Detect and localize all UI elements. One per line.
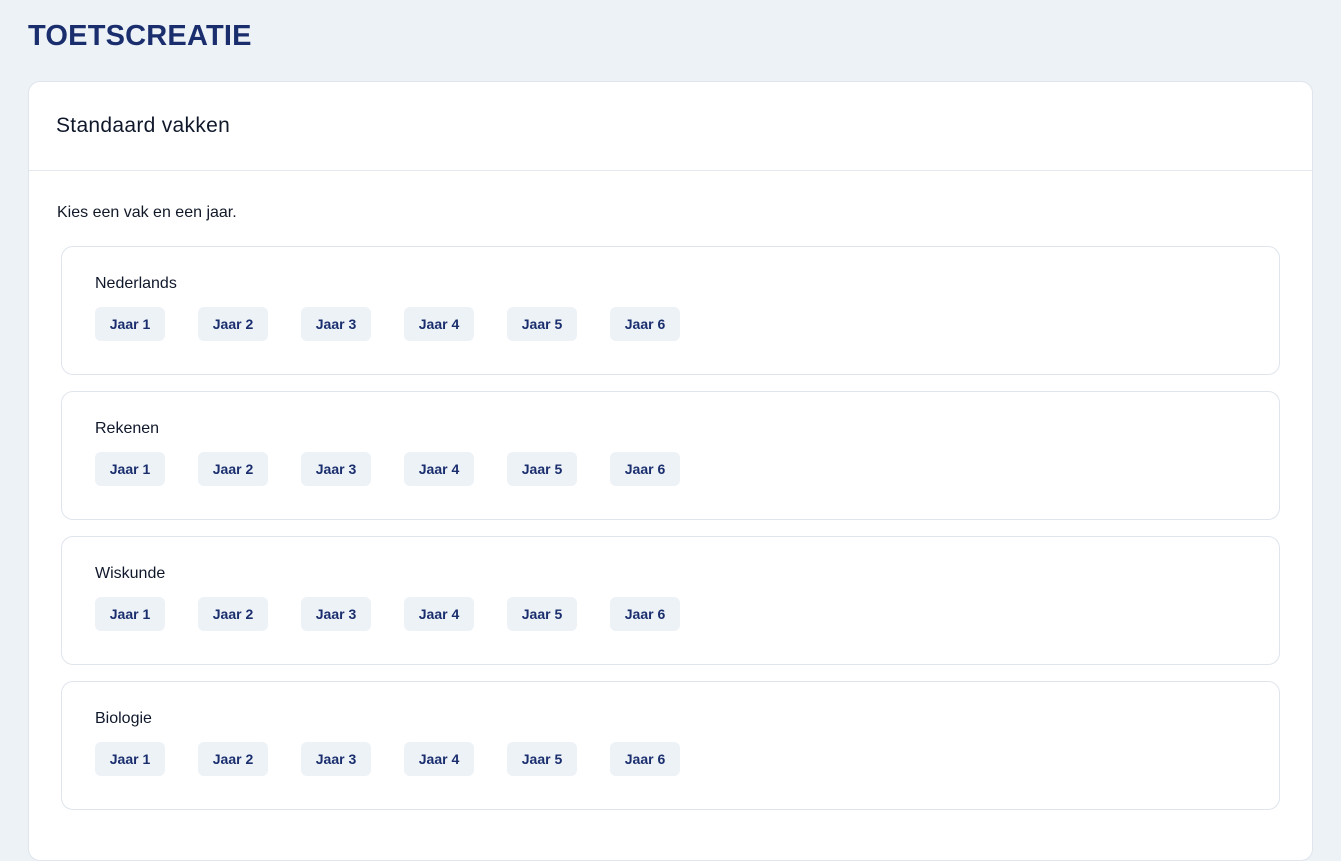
subject-list: Nederlands Jaar 1 Jaar 2 Jaar 3 Jaar 4 J… xyxy=(61,246,1280,810)
year-button-6[interactable]: Jaar 6 xyxy=(610,742,680,776)
card-title: Standaard vakken xyxy=(56,114,231,137)
year-button-2[interactable]: Jaar 2 xyxy=(198,307,268,341)
year-button-5[interactable]: Jaar 5 xyxy=(507,742,577,776)
year-button-5[interactable]: Jaar 5 xyxy=(507,597,577,631)
page-title: TOETSCREATIE xyxy=(28,20,252,52)
year-button-3[interactable]: Jaar 3 xyxy=(301,742,371,776)
year-button-4[interactable]: Jaar 4 xyxy=(404,307,474,341)
subject-name: Nederlands xyxy=(95,275,177,292)
year-button-1[interactable]: Jaar 1 xyxy=(95,742,165,776)
card-body: Kies een vak en een jaar. Nederlands Jaa… xyxy=(29,171,1312,810)
year-button-2[interactable]: Jaar 2 xyxy=(198,452,268,486)
subject-name: Wiskunde xyxy=(95,565,166,582)
year-button-4[interactable]: Jaar 4 xyxy=(404,742,474,776)
standard-subjects-card: Standaard vakken Kies een vak en een jaa… xyxy=(28,81,1313,861)
year-button-2[interactable]: Jaar 2 xyxy=(198,742,268,776)
year-button-6[interactable]: Jaar 6 xyxy=(610,597,680,631)
year-button-row: Jaar 1 Jaar 2 Jaar 3 Jaar 4 Jaar 5 Jaar … xyxy=(95,597,1279,631)
subject-name: Rekenen xyxy=(95,420,160,437)
year-button-6[interactable]: Jaar 6 xyxy=(610,452,680,486)
card-header: Standaard vakken xyxy=(29,82,1312,171)
subject-block-nederlands: Nederlands Jaar 1 Jaar 2 Jaar 3 Jaar 4 J… xyxy=(61,246,1280,375)
year-button-1[interactable]: Jaar 1 xyxy=(95,452,165,486)
year-button-6[interactable]: Jaar 6 xyxy=(610,307,680,341)
subject-block-rekenen: Rekenen Jaar 1 Jaar 2 Jaar 3 Jaar 4 Jaar… xyxy=(61,391,1280,520)
year-button-row: Jaar 1 Jaar 2 Jaar 3 Jaar 4 Jaar 5 Jaar … xyxy=(95,452,1279,486)
year-button-row: Jaar 1 Jaar 2 Jaar 3 Jaar 4 Jaar 5 Jaar … xyxy=(95,307,1279,341)
subject-name: Biologie xyxy=(95,710,152,727)
year-button-row: Jaar 1 Jaar 2 Jaar 3 Jaar 4 Jaar 5 Jaar … xyxy=(95,742,1279,776)
year-button-3[interactable]: Jaar 3 xyxy=(301,452,371,486)
year-button-4[interactable]: Jaar 4 xyxy=(404,452,474,486)
year-button-3[interactable]: Jaar 3 xyxy=(301,307,371,341)
subject-block-wiskunde: Wiskunde Jaar 1 Jaar 2 Jaar 3 Jaar 4 Jaa… xyxy=(61,536,1280,665)
year-button-1[interactable]: Jaar 1 xyxy=(95,597,165,631)
year-button-2[interactable]: Jaar 2 xyxy=(198,597,268,631)
year-button-5[interactable]: Jaar 5 xyxy=(507,452,577,486)
year-button-3[interactable]: Jaar 3 xyxy=(301,597,371,631)
year-button-5[interactable]: Jaar 5 xyxy=(507,307,577,341)
year-button-1[interactable]: Jaar 1 xyxy=(95,307,165,341)
subject-block-biologie: Biologie Jaar 1 Jaar 2 Jaar 3 Jaar 4 Jaa… xyxy=(61,681,1280,810)
year-button-4[interactable]: Jaar 4 xyxy=(404,597,474,631)
instruction-text: Kies een vak en een jaar. xyxy=(57,204,237,221)
